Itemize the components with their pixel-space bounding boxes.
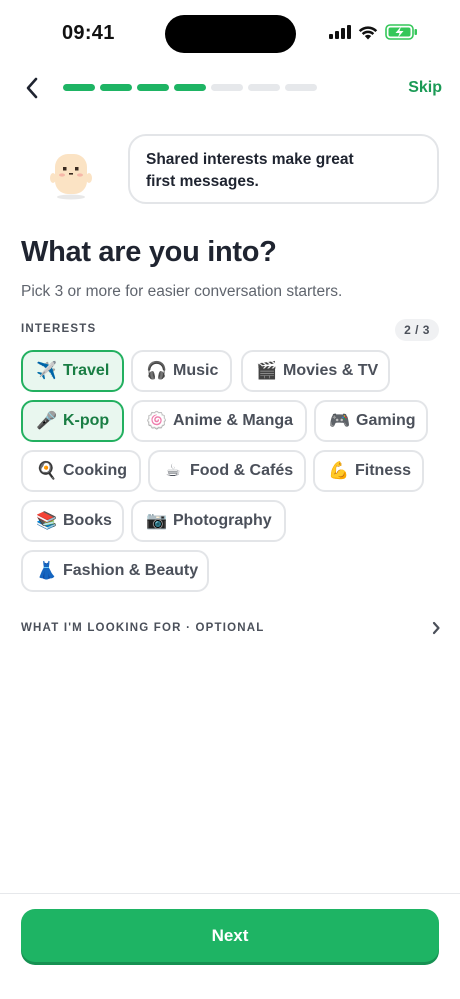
progress-segment [285,84,317,91]
game-controller-icon: 🎮 [329,411,351,431]
progress-segment [174,84,206,91]
chevron-left-icon [26,77,38,99]
interest-chip-label: Books [63,512,112,529]
speech-bubble: Shared interests make great first messag… [128,134,439,204]
mascot-character-icon [50,154,92,200]
cellular-signal-icon [329,25,351,39]
progress-segment [248,84,280,91]
coffee-icon: ☕ [165,461,181,481]
back-button[interactable] [18,74,46,102]
selection-count-badge: 2 / 3 [395,319,439,341]
page-subtitle: Pick 3 or more for easier conversation s… [21,283,343,300]
flexed-biceps-icon: 💪 [328,461,350,481]
page-title: What are you into? [21,236,277,268]
status-bar: 09:41 [0,0,460,66]
interest-chip-label: Travel [63,362,110,379]
progress-segment [137,84,169,91]
interest-chip-travel[interactable]: ✈️ Travel [21,350,124,392]
top-nav: Skip [0,70,460,106]
bubble-line-2: first messages. [146,173,259,190]
interest-chip-label: Photography [173,512,272,529]
footer-divider [0,893,460,894]
progress-bar [63,84,317,91]
bubble-line-1: Shared interests make great [146,151,354,168]
interest-chip-label: Anime & Manga [173,412,294,429]
skip-button[interactable]: Skip [408,79,442,97]
chevron-right-icon [432,621,440,635]
clapper-board-icon: 🎬 [256,361,278,381]
interest-chip-gaming[interactable]: 🎮 Gaming [314,400,428,442]
looking-for-row[interactable]: WHAT I'M LOOKING FOR · OPTIONAL [21,614,441,642]
wifi-icon [358,25,378,39]
interest-chip-label: Cooking [63,462,127,479]
interest-chip-label: Food & Cafés [190,462,294,479]
interest-chip-label: K-pop [63,412,110,429]
camera-icon: 📷 [146,511,168,531]
microphone-icon: 🎤 [36,411,58,431]
interest-chip-label: Gaming [356,412,416,429]
fish-cake-icon: 🍥 [146,411,168,431]
interest-chip-fitness[interactable]: 💪 Fitness [313,450,424,492]
interest-chip-label: Fashion & Beauty [63,562,199,579]
interest-chip-movies-tv[interactable]: 🎬 Movies & TV [241,350,390,392]
progress-segment [100,84,132,91]
headphones-icon: 🎧 [146,361,168,381]
interest-chip-books[interactable]: 📚 Books [21,500,124,542]
interest-chip-label: Fitness [355,462,412,479]
books-icon: 📚 [36,511,58,531]
interest-chip-cooking[interactable]: 🍳 Cooking [21,450,141,492]
progress-segment [63,84,95,91]
airplane-icon: ✈️ [36,361,58,381]
frying-pan-icon: 🍳 [36,461,58,481]
dynamic-island [165,15,296,53]
interest-chip-label: Movies & TV [283,362,379,379]
looking-for-label: WHAT I'M LOOKING FOR · OPTIONAL [21,622,265,634]
interest-chip-label: Music [173,362,219,379]
interests-section-label: INTERESTS [21,323,97,335]
dress-icon: 👗 [36,561,58,581]
interest-chip-food-caf-s[interactable]: ☕ Food & Cafés [148,450,306,492]
interest-chip-music[interactable]: 🎧 Music [131,350,232,392]
interest-chip-fashion-beauty[interactable]: 👗 Fashion & Beauty [21,550,209,592]
interest-chip-photography[interactable]: 📷 Photography [131,500,286,542]
status-icons [329,24,418,40]
battery-charging-icon [385,24,417,40]
progress-segment [211,84,243,91]
interest-chip-anime-manga[interactable]: 🍥 Anime & Manga [131,400,307,442]
status-time: 09:41 [62,22,115,44]
next-button[interactable]: Next [21,909,439,962]
interest-chip-k-pop[interactable]: 🎤 K-pop [21,400,124,442]
